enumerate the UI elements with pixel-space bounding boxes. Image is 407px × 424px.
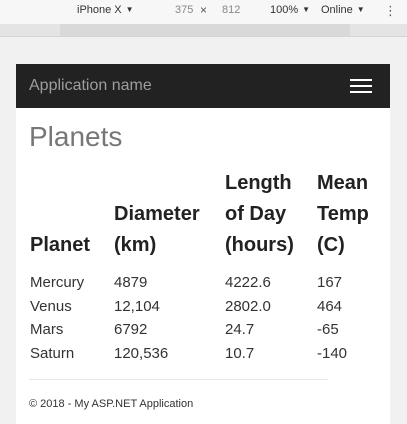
cell-diameter: 6792 <box>114 321 148 338</box>
footer-copyright: © 2018 - My ASP.NET Application <box>29 398 194 410</box>
page-title: Planets <box>29 121 123 152</box>
chevron-down-icon: ▼ <box>125 5 134 14</box>
table-row: Mercury 4879 4222.6 167 <box>22 271 385 295</box>
device-select[interactable]: iPhone X ▼ <box>77 4 134 16</box>
column-header-length-of-day: Length of Day (hours) <box>225 172 294 256</box>
column-header-planet: Planet <box>30 234 91 256</box>
column-header-mean-temp: Mean Temp (C) <box>317 172 369 256</box>
cell-diameter: 120,536 <box>114 344 169 362</box>
network-throttle-select[interactable]: Online ▼ <box>321 4 365 16</box>
device-viewport: Application name Planets Planet Diameter… <box>16 64 390 424</box>
navbar: Application name <box>16 64 390 108</box>
chevron-down-icon: ▼ <box>356 5 365 14</box>
more-options-icon[interactable]: ⋮ <box>384 3 397 19</box>
zoom-label: 100% <box>270 4 299 16</box>
table-row: Saturn 120,536 10.7 -140 <box>22 342 385 366</box>
device-label: iPhone X <box>77 4 122 16</box>
dimension-separator-icon: × <box>200 3 208 17</box>
table-row: Venus 12,104 2802.0 464 <box>22 295 385 319</box>
cell-planet: Mercury <box>30 274 85 291</box>
zoom-select[interactable]: 100% ▼ <box>270 4 310 16</box>
cell-planet: Mars <box>30 321 64 338</box>
column-header-diameter: Diameter (km) <box>114 203 200 256</box>
cell-planet: Saturn <box>30 344 75 362</box>
devtools-device-toolbar: iPhone X ▼ 375 × 812 100% ▼ Online ▼ ⋮ <box>0 0 407 25</box>
cell-diameter: 4879 <box>114 274 148 291</box>
width-input[interactable]: 375 <box>175 4 193 16</box>
hamburger-menu-icon[interactable] <box>350 79 372 93</box>
table-row: Mars 6792 24.7 -65 <box>22 318 385 342</box>
footer-divider <box>29 379 328 380</box>
cell-mean-temp: -140 <box>317 344 348 362</box>
cell-diameter: 12,104 <box>114 297 160 315</box>
cell-length-of-day: 10.7 <box>225 344 255 362</box>
network-label: Online <box>321 4 353 16</box>
table-header-row: Planet Diameter (km) Length of Day (hour… <box>22 168 385 271</box>
cell-mean-temp: 167 <box>317 274 343 291</box>
chevron-down-icon: ▼ <box>302 5 311 14</box>
media-query-ruler-segment[interactable] <box>60 24 350 36</box>
navbar-brand[interactable]: Application name <box>29 77 152 95</box>
cell-mean-temp: 464 <box>317 297 343 315</box>
cell-length-of-day: 2802.0 <box>225 297 271 315</box>
cell-mean-temp: -65 <box>317 321 339 338</box>
cell-length-of-day: 24.7 <box>225 321 255 338</box>
cell-length-of-day: 4222.6 <box>225 274 271 291</box>
planets-table: Planet Diameter (km) Length of Day (hour… <box>22 168 385 365</box>
height-input[interactable]: 812 <box>222 4 240 16</box>
cell-planet: Venus <box>30 297 72 315</box>
